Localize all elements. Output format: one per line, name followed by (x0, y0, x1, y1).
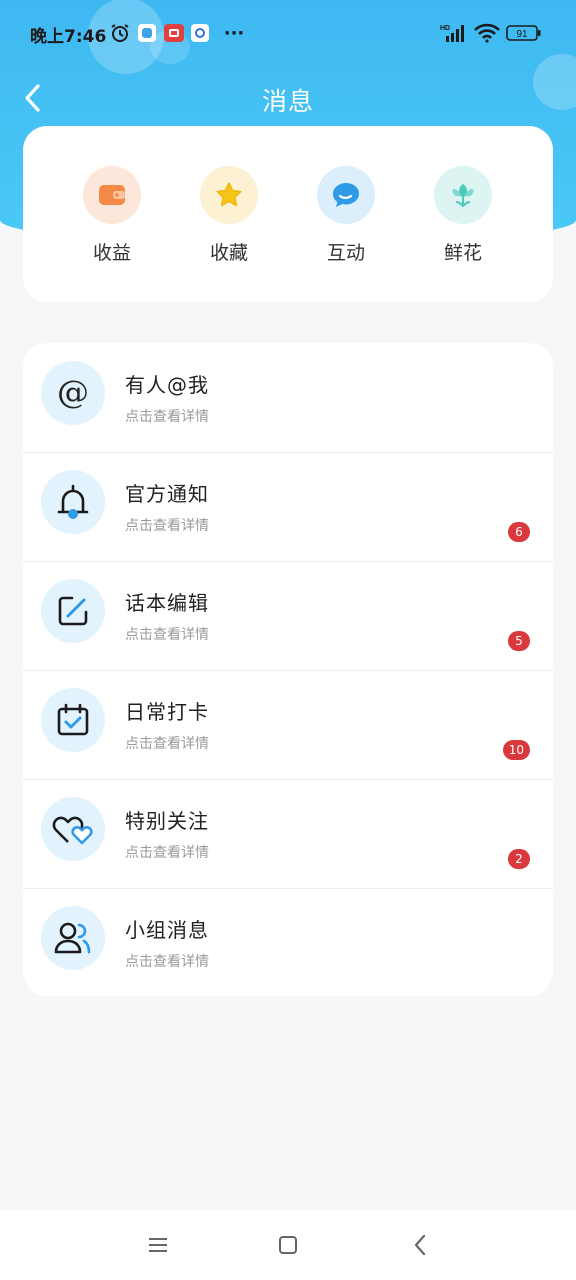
message-row-subtitle: 点击查看详情 (125, 736, 209, 752)
quick-action-favorites[interactable]: 收藏 (189, 166, 269, 265)
network-type-label: HD (440, 25, 450, 32)
message-row-subtitle: 点击查看详情 (125, 845, 209, 861)
quick-action-label: 互动 (326, 242, 365, 264)
quick-action-label: 收藏 (209, 242, 248, 264)
bell-icon (41, 470, 105, 534)
quick-action-flowers[interactable]: 鲜花 (423, 166, 503, 265)
hearts-icon (41, 797, 105, 861)
chat-bubble-icon (317, 166, 375, 224)
unread-count-badge: 10 (502, 740, 530, 760)
message-row-official-notice[interactable]: 官方通知 点击查看详情 6 (23, 452, 553, 561)
unread-count-badge: 5 (508, 631, 530, 651)
svg-text:@: @ (57, 375, 89, 411)
system-navigation-bar (0, 1210, 576, 1280)
at-sign-icon: @ (41, 361, 105, 425)
edit-icon (41, 579, 105, 643)
signal-icon: HD (440, 22, 468, 44)
menu-icon (149, 1238, 167, 1252)
message-row-title: 小组消息 (125, 918, 209, 942)
flower-icon (434, 166, 492, 224)
status-bar: 晚上7:46 ··· HD 91 (0, 0, 576, 66)
app-notification-icon (138, 24, 156, 42)
message-row-script-editor[interactable]: 话本编辑 点击查看详情 5 (23, 561, 553, 670)
quick-action-label: 鲜花 (443, 242, 482, 264)
unread-count-badge: 2 (508, 849, 530, 869)
app-notification-icon (164, 24, 184, 42)
message-row-subtitle: 点击查看详情 (125, 627, 209, 643)
chevron-left-icon (414, 1234, 426, 1256)
top-nav-bar: 消息 (0, 70, 576, 124)
message-row-subtitle: 点击查看详情 (125, 954, 209, 970)
status-time: 晚上7:46 (30, 27, 107, 47)
quick-action-interaction[interactable]: 互动 (306, 166, 386, 265)
system-back-button[interactable] (400, 1230, 440, 1260)
message-row-title: 话本编辑 (125, 591, 209, 615)
message-row-special-follow[interactable]: 特别关注 点击查看详情 2 (23, 779, 553, 888)
wifi-icon (474, 22, 500, 44)
battery-icon: 91 (506, 22, 542, 44)
message-row-title: 特别关注 (125, 809, 209, 833)
message-row-daily-checkin[interactable]: 日常打卡 点击查看详情 10 (23, 670, 553, 779)
page-title: 消息 (261, 87, 314, 116)
message-row-group[interactable]: 小组消息 点击查看详情 (23, 888, 553, 996)
quick-action-label: 收益 (92, 242, 131, 264)
battery-level: 91 (516, 29, 528, 40)
wallet-icon (83, 166, 141, 224)
alarm-icon (110, 22, 130, 44)
quick-actions-card: 收益 收藏 互动 鲜花 (23, 126, 553, 302)
message-list: @ 有人@我 点击查看详情 官方通知 点击查看详情 6 话本编辑 点击查看详情 … (23, 343, 553, 996)
quick-action-earnings[interactable]: 收益 (72, 166, 152, 265)
home-icon (279, 1236, 297, 1254)
message-row-subtitle: 点击查看详情 (125, 518, 209, 534)
message-row-title: 官方通知 (125, 482, 209, 506)
home-button[interactable] (268, 1230, 308, 1260)
message-row-title: 日常打卡 (125, 700, 209, 724)
menu-button[interactable] (138, 1230, 178, 1260)
star-icon (200, 166, 258, 224)
unread-count-badge: 6 (508, 522, 530, 542)
message-row-subtitle: 点击查看详情 (125, 409, 209, 425)
message-row-mentions[interactable]: @ 有人@我 点击查看详情 (23, 343, 553, 452)
more-notifications-icon: ··· (223, 22, 245, 44)
app-notification-icon (191, 24, 209, 42)
calendar-check-icon (41, 688, 105, 752)
group-icon (41, 906, 105, 970)
message-row-title: 有人@我 (125, 373, 209, 397)
